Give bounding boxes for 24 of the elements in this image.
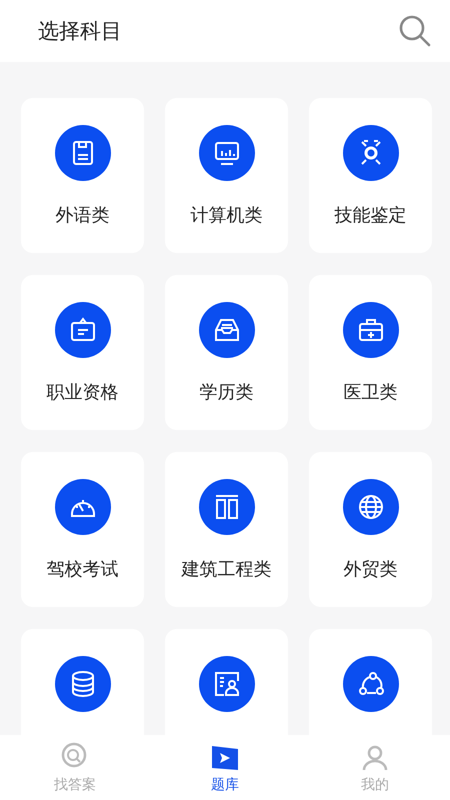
gauge-icon	[54, 479, 110, 535]
category-card[interactable]: 外语类	[21, 98, 144, 253]
category-card[interactable]: 学历类	[165, 275, 288, 430]
columns-icon	[198, 479, 254, 535]
page-title: 选择科目	[38, 18, 122, 45]
database-icon	[54, 656, 110, 712]
category-card[interactable]: 计算机类	[165, 98, 288, 253]
badge-icon	[54, 302, 110, 358]
document-icon	[54, 125, 110, 181]
category-card[interactable]: 驾校考试	[21, 452, 144, 607]
inbox-icon	[198, 302, 254, 358]
target-icon	[342, 125, 398, 181]
tab-bar-item[interactable]: 题库	[150, 735, 300, 800]
profile-card-icon	[198, 656, 254, 712]
category-card[interactable]: 医卫类	[309, 275, 432, 430]
category-card[interactable]: 外贸类	[309, 452, 432, 607]
medical-kit-icon	[342, 302, 398, 358]
monitor-icon	[198, 125, 254, 181]
search-button[interactable]	[398, 14, 432, 48]
category-card[interactable]: 职业资格	[21, 275, 144, 430]
network-icon	[342, 656, 398, 712]
category-card[interactable]: 建筑工程类	[165, 452, 288, 607]
globe-icon	[342, 479, 398, 535]
category-card[interactable]: 技能鉴定	[309, 98, 432, 253]
